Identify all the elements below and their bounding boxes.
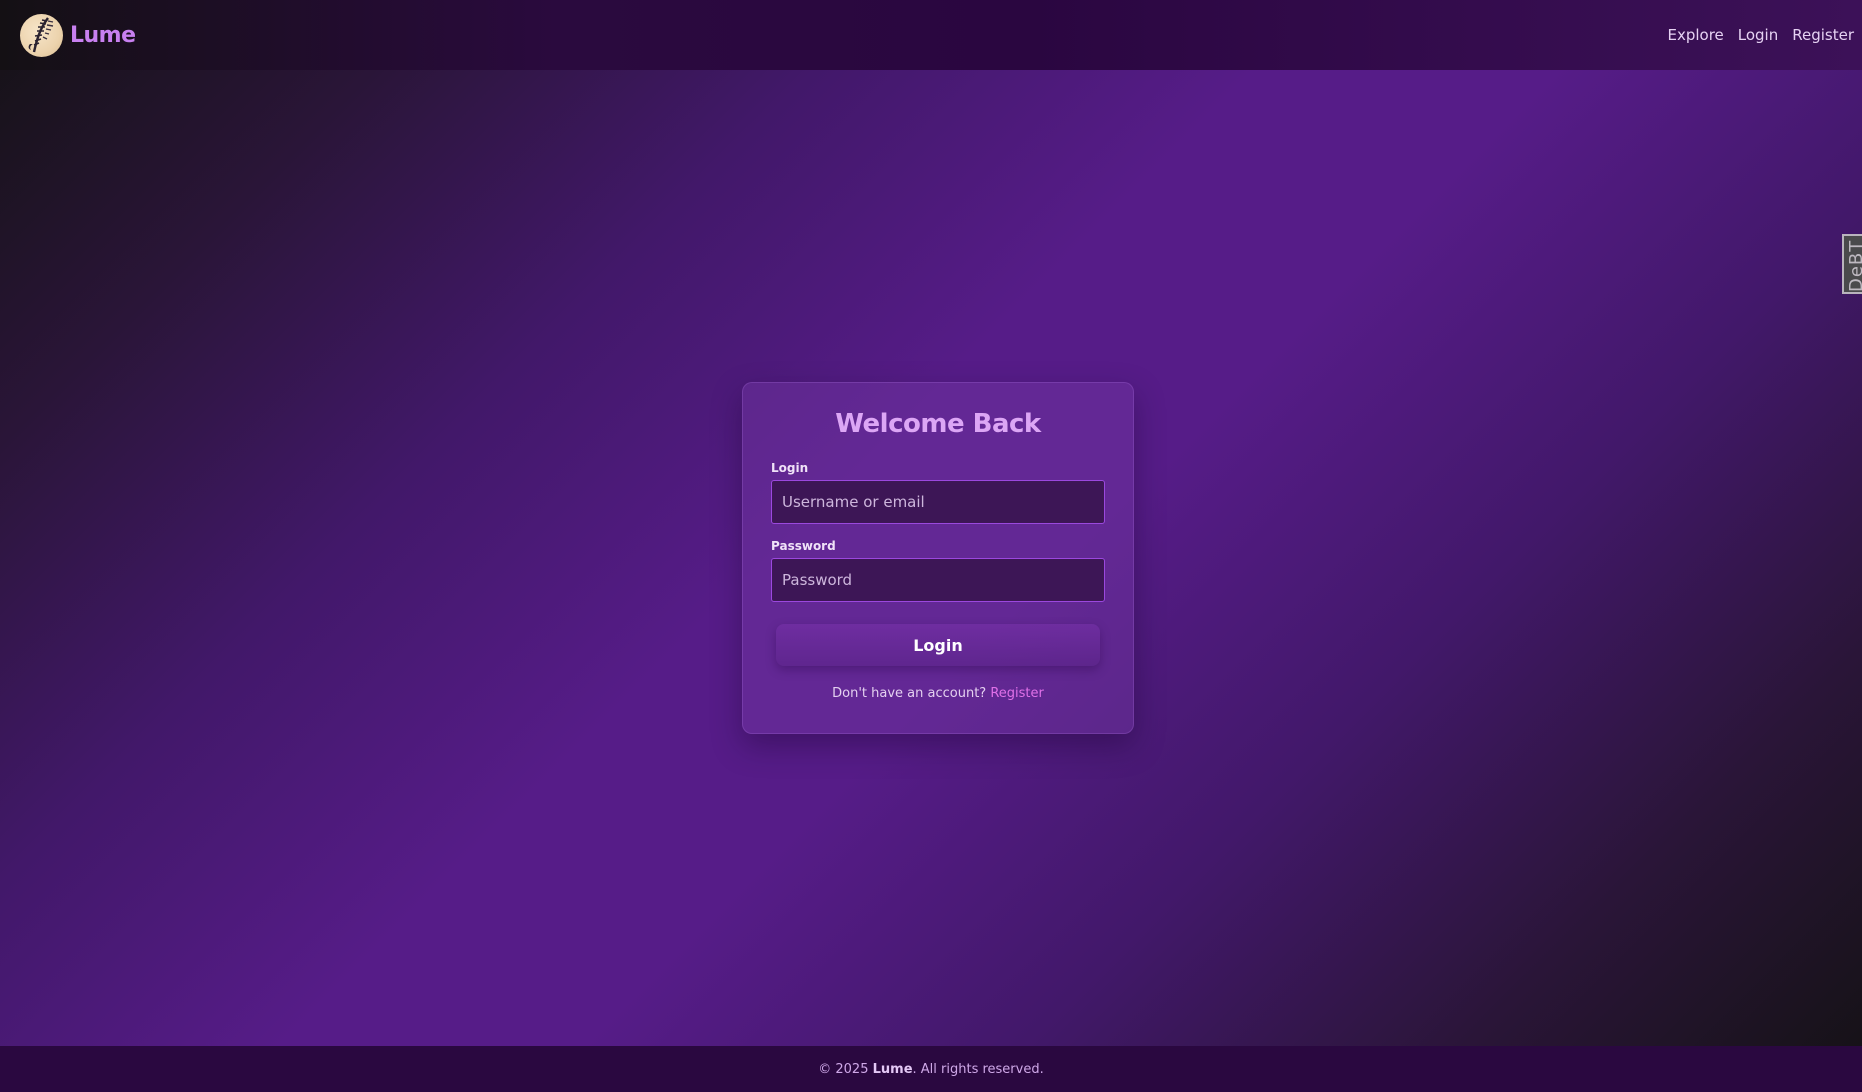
feather-moon-logo-icon (20, 13, 63, 57)
footer-copyright: © 2025 (818, 1061, 869, 1077)
brand-link[interactable]: Lume (20, 13, 136, 57)
page-title: Welcome Back (835, 409, 1041, 439)
login-button[interactable]: Login (776, 624, 1100, 666)
nav-register-link[interactable]: Register (1792, 26, 1854, 44)
side-feedback-tab[interactable]: DeBT (1842, 234, 1862, 294)
side-tab-label: DeBT (1846, 239, 1862, 292)
footer-rights: . All rights reserved. (912, 1061, 1044, 1077)
login-card: Welcome Back Login Password Login Don't … (742, 382, 1134, 734)
signup-prompt-text: Don't have an account? (832, 686, 987, 701)
password-input[interactable] (771, 558, 1105, 602)
password-field-group: Password (771, 539, 1105, 602)
password-label: Password (771, 539, 836, 553)
top-header: Lume Explore Login Register (0, 0, 1862, 70)
nav-explore-link[interactable]: Explore (1667, 26, 1723, 44)
login-field-group: Login (771, 461, 1105, 524)
nav-login-link[interactable]: Login (1738, 26, 1778, 44)
register-link[interactable]: Register (990, 686, 1044, 701)
main-nav: Explore Login Register (1667, 26, 1854, 44)
login-label: Login (771, 461, 809, 475)
footer-brand: Lume (872, 1061, 913, 1077)
brand-name: Lume (70, 22, 136, 48)
page-footer: © 2025 Lume. All rights reserved. (0, 1046, 1862, 1092)
signup-prompt: Don't have an account? Register (771, 686, 1105, 701)
username-email-input[interactable] (771, 480, 1105, 524)
